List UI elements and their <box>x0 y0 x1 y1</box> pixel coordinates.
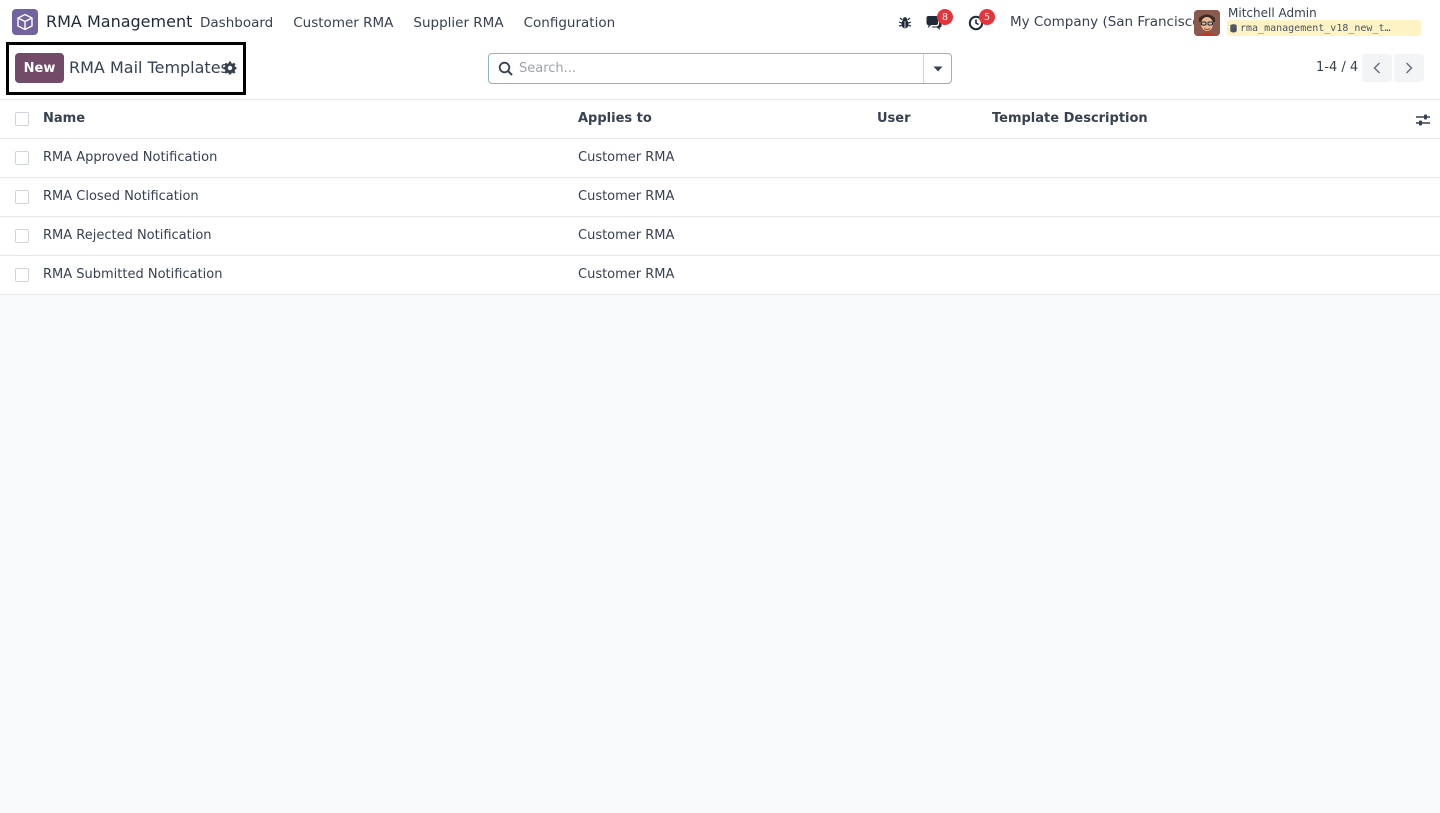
row-applies-to: Customer RMA <box>578 267 675 282</box>
page-title: RMA Mail Templates <box>69 58 229 77</box>
row-checkbox[interactable] <box>15 229 29 243</box>
list-header: Name Applies to User Template Descriptio… <box>0 100 1440 139</box>
activities-clock-icon[interactable]: 5 <box>965 9 995 34</box>
chevron-right-icon <box>1405 62 1413 74</box>
select-all-checkbox[interactable] <box>15 112 29 126</box>
row-applies-to: Customer RMA <box>578 189 675 204</box>
main-menu: Dashboard Customer RMA Supplier RMA Conf… <box>190 0 625 45</box>
row-name: RMA Rejected Notification <box>43 228 212 243</box>
messages-icon[interactable]: 8 <box>923 9 953 34</box>
row-name: RMA Approved Notification <box>43 150 218 165</box>
column-header-name[interactable]: Name <box>43 111 85 126</box>
database-name: rma_management_v18_new_t… <box>1240 22 1391 34</box>
row-checkbox[interactable] <box>15 268 29 282</box>
row-name: RMA Closed Notification <box>43 189 199 204</box>
row-checkbox[interactable] <box>15 190 29 204</box>
database-badge: rma_management_v18_new_t… <box>1227 20 1421 36</box>
menu-configuration[interactable]: Configuration <box>514 15 626 31</box>
app-name[interactable]: RMA Management <box>46 12 192 31</box>
gear-icon[interactable] <box>223 61 237 75</box>
table-row[interactable]: RMA Rejected Notification Customer RMA <box>0 217 1440 256</box>
pager-value[interactable]: 1-4 / 4 <box>1316 60 1358 75</box>
app-home-icon[interactable] <box>12 9 38 35</box>
table-row[interactable]: RMA Submitted Notification Customer RMA <box>0 256 1440 295</box>
column-header-template-description[interactable]: Template Description <box>992 111 1148 126</box>
chevron-left-icon <box>1373 62 1381 74</box>
caret-down-icon <box>933 66 942 71</box>
user-name[interactable]: Mitchell Admin <box>1228 6 1317 20</box>
new-button[interactable]: New <box>15 53 64 83</box>
column-header-applies-to[interactable]: Applies to <box>578 111 652 126</box>
column-header-user[interactable]: User <box>877 111 911 126</box>
search-options-toggle[interactable] <box>923 54 951 83</box>
table-row[interactable]: RMA Approved Notification Customer RMA <box>0 139 1440 178</box>
debug-bug-icon[interactable] <box>894 12 916 34</box>
user-avatar[interactable] <box>1194 10 1220 36</box>
company-switcher[interactable]: My Company (San Francisco) <box>1010 14 1206 30</box>
menu-customer-rma[interactable]: Customer RMA <box>283 15 403 31</box>
pager-previous-button[interactable] <box>1362 54 1392 82</box>
top-navbar: RMA Management Dashboard Customer RMA Su… <box>0 0 1440 45</box>
messages-count-badge: 8 <box>937 9 953 25</box>
database-icon <box>1230 23 1237 32</box>
control-panel: New RMA Mail Templates 1-4 / 4 <box>0 42 1440 100</box>
menu-dashboard[interactable]: Dashboard <box>190 15 283 31</box>
row-checkbox[interactable] <box>15 151 29 165</box>
row-applies-to: Customer RMA <box>578 150 675 165</box>
list-view: Name Applies to User Template Descriptio… <box>0 100 1440 295</box>
menu-supplier-rma[interactable]: Supplier RMA <box>403 15 513 31</box>
pager-next-button[interactable] <box>1394 54 1424 82</box>
optional-columns-sliders-icon[interactable] <box>1415 112 1431 128</box>
search-bar <box>488 53 952 84</box>
activities-count-badge: 5 <box>979 9 995 25</box>
search-input[interactable] <box>519 54 919 83</box>
row-name: RMA Submitted Notification <box>43 267 223 282</box>
search-icon <box>498 61 514 77</box>
row-applies-to: Customer RMA <box>578 228 675 243</box>
table-row[interactable]: RMA Closed Notification Customer RMA <box>0 178 1440 217</box>
